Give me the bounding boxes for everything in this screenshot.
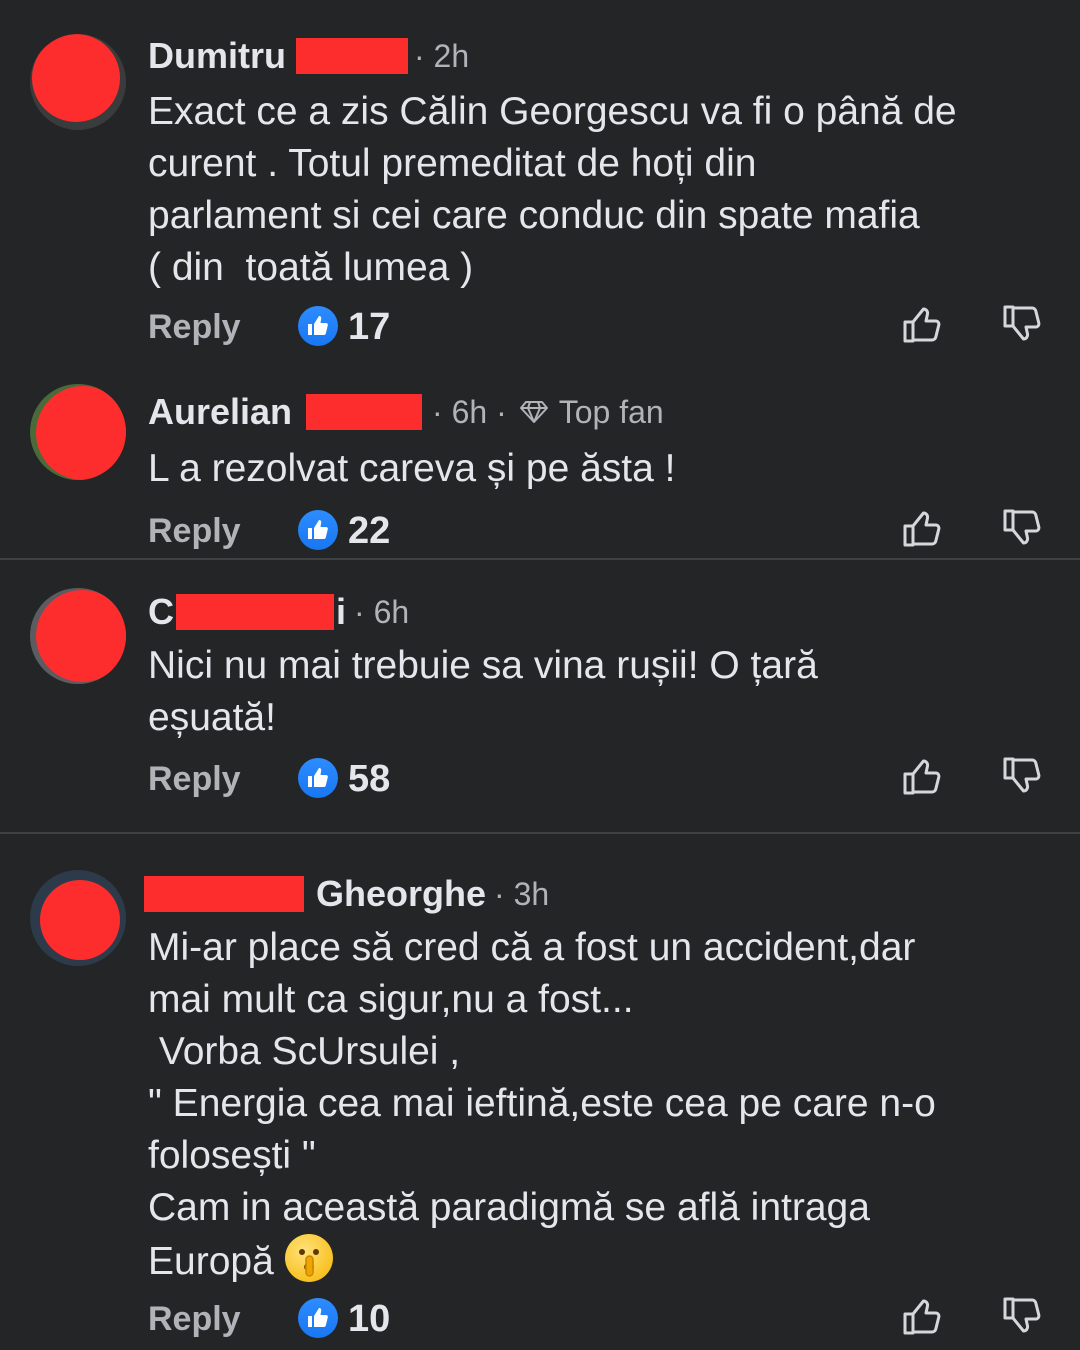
- comment-header: Dumitru · 2h: [148, 35, 469, 77]
- comment-text: Nici nu mai trebuie sa vina rușii! O țar…: [148, 644, 818, 739]
- divider: [0, 832, 1080, 834]
- comment-actions: Reply 22: [148, 506, 1048, 556]
- name-redaction: [306, 394, 423, 430]
- reply-button[interactable]: Reply: [148, 760, 241, 799]
- avatar[interactable]: [30, 34, 126, 130]
- like-count: 17: [348, 306, 391, 348]
- thumbs-up-outline-icon[interactable]: [900, 506, 944, 550]
- comment-text: Mi-ar place să cred că a fost un acciden…: [148, 922, 1063, 1288]
- thumbs-up-outline-icon[interactable]: [900, 754, 944, 798]
- comment-header: C i · 6h: [148, 591, 409, 633]
- thumbs-up-outline-icon[interactable]: [900, 1294, 944, 1338]
- redaction-mark: [32, 34, 120, 122]
- reply-button[interactable]: Reply: [148, 308, 241, 347]
- author-name[interactable]: Aurelian: [148, 391, 292, 433]
- name-redaction: [176, 594, 334, 630]
- redaction-mark: [36, 386, 126, 480]
- divider: [0, 558, 1080, 560]
- like-count: 58: [348, 758, 391, 800]
- thumbs-up-icon: [298, 1298, 338, 1338]
- comment-actions: Reply 10: [148, 1294, 1048, 1344]
- top-fan-badge: Top fan: [558, 393, 664, 430]
- thumbs-down-outline-icon[interactable]: [1000, 506, 1044, 550]
- name-redaction: [144, 876, 304, 912]
- timestamp[interactable]: · 3h: [494, 876, 549, 913]
- comment-header: Aurelian · 6h · Top fan: [148, 391, 664, 433]
- thumbs-down-outline-icon[interactable]: [1000, 302, 1044, 346]
- avatar[interactable]: [30, 384, 126, 480]
- author-name[interactable]: Dumitru: [148, 35, 286, 77]
- timestamp[interactable]: · 6h ·: [432, 394, 507, 431]
- comment-text: L a rezolvat careva și pe ăsta !: [148, 447, 676, 490]
- thumbs-down-outline-icon[interactable]: [1000, 754, 1044, 798]
- comment-text: Exact ce a zis Călin Georgescu va fi o p…: [148, 90, 957, 289]
- diamond-icon: [519, 401, 548, 423]
- author-name[interactable]: Gheorghe: [316, 873, 486, 915]
- thumbs-up-outline-icon[interactable]: [900, 302, 944, 346]
- comment-actions: Reply 58: [148, 754, 1048, 804]
- thumbs-up-icon: [298, 306, 338, 346]
- reply-button[interactable]: Reply: [148, 1300, 241, 1339]
- shushing-face-emoji: [284, 1234, 333, 1282]
- avatar[interactable]: [30, 588, 126, 684]
- reply-button[interactable]: Reply: [148, 512, 241, 551]
- thumbs-up-icon: [298, 758, 338, 798]
- comment-text-content: Mi-ar place să cred că a fost un acciden…: [148, 926, 936, 1283]
- name-redaction: [296, 38, 408, 74]
- author-name-end[interactable]: i: [336, 591, 346, 633]
- redaction-mark: [36, 590, 126, 682]
- thumbs-down-outline-icon[interactable]: [1000, 1294, 1044, 1338]
- timestamp[interactable]: · 6h: [354, 594, 409, 631]
- timestamp[interactable]: · 2h: [414, 38, 469, 75]
- comment-header: Gheorghe · 3h: [144, 873, 549, 915]
- avatar[interactable]: [30, 870, 126, 966]
- author-name[interactable]: C: [148, 591, 174, 633]
- comment-actions: Reply 17: [148, 302, 1048, 352]
- redaction-mark: [40, 880, 120, 960]
- like-count: 10: [348, 1298, 391, 1340]
- thumbs-up-icon: [298, 510, 338, 550]
- like-count: 22: [348, 510, 391, 552]
